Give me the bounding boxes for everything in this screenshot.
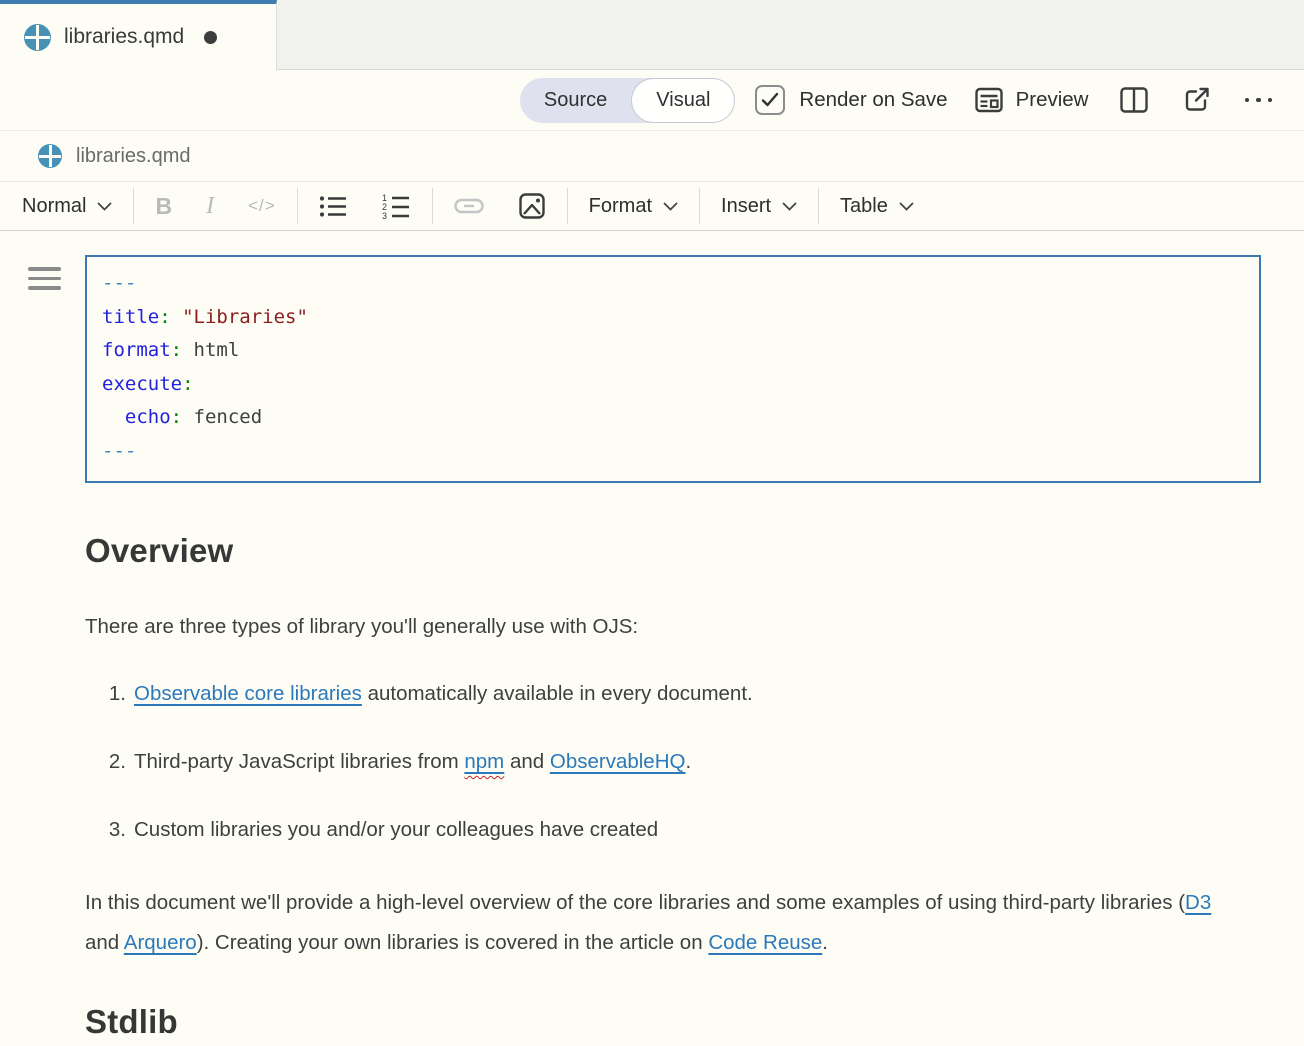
editor-window: libraries.qmd Source Visual Render on Sa… bbox=[0, 0, 1304, 1046]
paragraph-style-dropdown[interactable]: Normal bbox=[22, 195, 112, 218]
insert-menu-label: Insert bbox=[721, 195, 771, 218]
image-icon bbox=[518, 192, 546, 220]
editor-top-toolbar: Source Visual Render on Save Preview bbox=[0, 70, 1304, 131]
preview-icon bbox=[974, 86, 1004, 114]
chevron-down-icon bbox=[97, 202, 112, 211]
list-item-text: Third-party JavaScript libraries from np… bbox=[134, 747, 691, 776]
render-on-save-control[interactable]: Render on Save bbox=[755, 85, 947, 115]
link-icon bbox=[454, 195, 484, 217]
list-item: 1.Observable core libraries automaticall… bbox=[85, 679, 1261, 708]
bullet-list-button[interactable] bbox=[319, 194, 348, 219]
bold-icon: B bbox=[155, 193, 172, 220]
list-item: 3.Custom libraries you and/or your colle… bbox=[85, 815, 1261, 844]
visual-editor-canvas[interactable]: ---title: "Libraries"format: htmlexecute… bbox=[0, 231, 1304, 1041]
format-menu-label: Format bbox=[589, 195, 652, 218]
yaml-code-line: --- bbox=[102, 267, 1244, 301]
source-visual-toggle: Source Visual bbox=[520, 78, 736, 123]
doc-link[interactable]: ObservableHQ bbox=[550, 750, 686, 773]
visual-mode-button[interactable]: Visual bbox=[631, 78, 735, 123]
formatting-toolbar: Normal B I </> bbox=[0, 182, 1304, 231]
chevron-down-icon bbox=[899, 202, 914, 211]
source-mode-button[interactable]: Source bbox=[520, 78, 631, 123]
table-menu-label: Table bbox=[840, 195, 888, 218]
section-heading-overview: Overview bbox=[85, 532, 1261, 570]
tab-title: libraries.qmd bbox=[64, 25, 184, 49]
preview-label: Preview bbox=[1016, 88, 1089, 112]
list-item-number: 1. bbox=[107, 679, 134, 708]
yaml-code-line: execute: bbox=[102, 368, 1244, 402]
preview-button[interactable]: Preview bbox=[974, 86, 1089, 114]
bullet-list-icon bbox=[319, 194, 348, 219]
code-icon: </> bbox=[248, 196, 276, 216]
body-paragraph: In this document we'll provide a high-le… bbox=[85, 883, 1230, 963]
list-item-text: Observable core libraries automatically … bbox=[134, 679, 753, 708]
doc-link[interactable]: npm bbox=[464, 750, 504, 773]
bold-button[interactable]: B bbox=[155, 193, 172, 220]
tab-strip-empty bbox=[277, 0, 1304, 70]
intro-paragraph: There are three types of library you'll … bbox=[85, 612, 1261, 641]
toolbar-separator bbox=[567, 188, 568, 224]
paragraph-style-label: Normal bbox=[22, 195, 86, 218]
image-button[interactable] bbox=[518, 192, 546, 220]
table-menu[interactable]: Table bbox=[840, 195, 914, 218]
tab-libraries-qmd[interactable]: libraries.qmd bbox=[0, 0, 277, 70]
tab-bar: libraries.qmd bbox=[0, 0, 1304, 70]
section-heading-stdlib: Stdlib bbox=[85, 1003, 1261, 1041]
doc-link[interactable]: D3 bbox=[1185, 891, 1211, 914]
library-types-list: 1.Observable core libraries automaticall… bbox=[85, 679, 1261, 844]
doc-link[interactable]: Code Reuse bbox=[708, 931, 822, 954]
doc-link[interactable]: Observable core libraries bbox=[134, 682, 362, 705]
italic-button[interactable]: I bbox=[206, 193, 214, 220]
render-on-save-label: Render on Save bbox=[799, 88, 947, 112]
format-menu[interactable]: Format bbox=[589, 195, 678, 218]
yaml-code-line: echo: fenced bbox=[102, 401, 1244, 435]
yaml-code-line: title: "Libraries" bbox=[102, 301, 1244, 335]
more-options-button[interactable] bbox=[1245, 98, 1273, 103]
svg-text:3: 3 bbox=[382, 211, 387, 220]
quarto-file-icon bbox=[24, 24, 51, 51]
toolbar-separator bbox=[432, 188, 433, 224]
link-button[interactable] bbox=[454, 195, 484, 217]
spellcheck-underline: npm bbox=[464, 750, 504, 773]
ellipsis-icon bbox=[1245, 98, 1273, 103]
unsaved-changes-indicator bbox=[204, 31, 217, 44]
yaml-code: ---title: "Libraries"format: htmlexecute… bbox=[102, 267, 1244, 468]
toolbar-separator bbox=[133, 188, 134, 224]
split-editor-button[interactable] bbox=[1119, 86, 1149, 114]
split-pane-icon bbox=[1119, 86, 1149, 114]
quarto-file-icon bbox=[38, 144, 62, 168]
chevron-down-icon bbox=[663, 202, 678, 211]
toolbar-separator bbox=[699, 188, 700, 224]
toolbar-separator bbox=[297, 188, 298, 224]
list-item-text: Custom libraries you and/or your colleag… bbox=[134, 815, 658, 844]
code-button[interactable]: </> bbox=[248, 196, 276, 216]
list-item-number: 3. bbox=[107, 815, 134, 844]
doc-link[interactable]: Arquero bbox=[124, 931, 197, 954]
open-external-button[interactable] bbox=[1183, 86, 1211, 114]
list-item: 2.Third-party JavaScript libraries from … bbox=[85, 747, 1261, 776]
insert-menu[interactable]: Insert bbox=[721, 195, 797, 218]
yaml-front-matter-block[interactable]: ---title: "Libraries"format: htmlexecute… bbox=[85, 255, 1261, 483]
block-drag-handle-icon[interactable] bbox=[28, 267, 61, 290]
numbered-list-button[interactable]: 1 2 3 bbox=[382, 193, 411, 220]
yaml-code-line: --- bbox=[102, 435, 1244, 469]
breadcrumb: libraries.qmd bbox=[0, 131, 1304, 182]
italic-icon: I bbox=[206, 193, 214, 220]
open-external-icon bbox=[1183, 86, 1211, 114]
list-item-number: 2. bbox=[107, 747, 134, 776]
chevron-down-icon bbox=[782, 202, 797, 211]
render-on-save-checkbox[interactable] bbox=[755, 85, 785, 115]
breadcrumb-filename[interactable]: libraries.qmd bbox=[76, 145, 190, 168]
check-icon bbox=[761, 92, 779, 108]
yaml-code-line: format: html bbox=[102, 334, 1244, 368]
toolbar-separator bbox=[818, 188, 819, 224]
numbered-list-icon: 1 2 3 bbox=[382, 193, 411, 220]
